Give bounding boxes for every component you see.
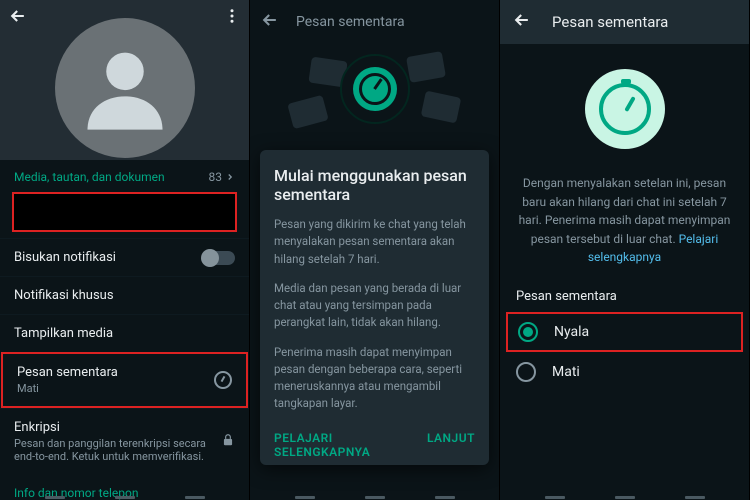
message-icon: [287, 95, 329, 129]
media-label: Media, tautan, dan dokumen: [14, 170, 165, 184]
learn-more-button[interactable]: PELAJARI SELENGKAPNYA: [274, 431, 407, 459]
description: Dengan menyalakan setelan ini, pesan bar…: [500, 174, 749, 283]
screen-header: Pesan sementara: [250, 0, 499, 44]
disappearing-messages-row[interactable]: Pesan sementara Mati: [1, 352, 248, 408]
media-links-docs[interactable]: Media, tautan, dan dokumen 83: [0, 160, 249, 188]
message-icon: [421, 91, 462, 124]
header-title: Pesan sementara: [552, 13, 668, 31]
more-icon[interactable]: [223, 7, 241, 29]
contact-info-screen: Media, tautan, dan dokumen 83 Bisukan no…: [0, 0, 250, 500]
media-count: 83: [209, 170, 236, 184]
timer-icon: [599, 83, 651, 135]
media-preview-box[interactable]: [12, 192, 237, 232]
illustration: [250, 44, 499, 144]
disappearing-intro-screen: Pesan sementara Mulai menggunakan pesan …: [250, 0, 500, 500]
encryption-row[interactable]: Enkripsi Pesan dan panggilan terenkripsi…: [0, 408, 249, 474]
radio-selected-icon: [518, 322, 538, 342]
section-label: Pesan sementara: [500, 283, 749, 312]
contact-header: [0, 0, 249, 160]
back-icon[interactable]: [8, 6, 28, 30]
intro-modal: Mulai menggunakan pesan sementara Pesan …: [260, 150, 489, 465]
timer-icon: [214, 371, 232, 389]
modal-paragraph: Media dan pesan yang berada di luar chat…: [274, 280, 475, 332]
timer-icon: [353, 67, 397, 111]
option-on[interactable]: Nyala: [506, 312, 743, 352]
continue-button[interactable]: LANJUT: [427, 431, 475, 459]
message-icon: [406, 51, 446, 83]
modal-title: Mulai menggunakan pesan sementara: [274, 166, 475, 204]
disappearing-settings-screen: Pesan sementara Dengan menyalakan setela…: [500, 0, 750, 500]
nav-bar: [250, 496, 499, 500]
show-media[interactable]: Tampilkan media: [0, 314, 249, 352]
back-icon[interactable]: [512, 10, 532, 34]
header-title: Pesan sementara: [296, 14, 405, 30]
nav-bar: [0, 496, 249, 500]
illustration: [500, 44, 749, 174]
nav-bar: [500, 496, 749, 500]
lock-icon: [221, 433, 235, 450]
modal-paragraph: Pesan yang dikirim ke chat yang telah me…: [274, 216, 475, 268]
screen-header: Pesan sementara: [500, 0, 749, 44]
option-off[interactable]: Mati: [500, 352, 749, 392]
avatar[interactable]: [55, 18, 195, 158]
mute-notifications[interactable]: Bisukan notifikasi: [0, 238, 249, 276]
custom-notifications[interactable]: Notifikasi khusus: [0, 276, 249, 314]
radio-unselected-icon: [516, 362, 536, 382]
toggle-icon[interactable]: [205, 251, 235, 265]
back-icon[interactable]: [260, 10, 280, 34]
modal-paragraph: Penerima masih dapat menyimpan pesan den…: [274, 344, 475, 413]
